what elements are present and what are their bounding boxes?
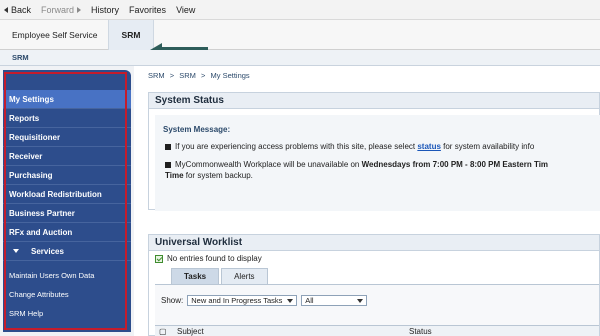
column-status[interactable]: Status xyxy=(409,327,432,336)
forward-button[interactable]: Forward xyxy=(41,4,82,15)
nav-item-receiver[interactable]: Receiver xyxy=(3,147,131,166)
favorites-menu[interactable]: Favorites xyxy=(129,5,166,15)
nav-item-rfx-and-auction[interactable]: RFx and Auction xyxy=(3,223,131,242)
left-navigation: My Settings Reports Requisitioner Receiv… xyxy=(0,66,134,336)
chevron-down-icon xyxy=(287,299,294,303)
breadcrumb-separator: > xyxy=(201,71,206,80)
worklist-table-header: ▢ Subject Status xyxy=(155,325,599,336)
breadcrumb-item[interactable]: SRM xyxy=(179,71,196,80)
universal-worklist-title: Universal Worklist xyxy=(149,235,599,251)
tab-srm[interactable]: SRM xyxy=(108,20,154,50)
view-menu[interactable]: View xyxy=(176,5,195,15)
secondary-tab-srm[interactable]: SRM xyxy=(12,53,29,62)
nav-item-reports[interactable]: Reports xyxy=(3,109,131,128)
message-emphasis: Wednesdays from 7:00 PM - 8:00 PM Easter… xyxy=(361,160,549,169)
breadcrumb-separator: > xyxy=(169,71,175,80)
main-content: SRM > SRM > My Settings System Status Sy… xyxy=(140,66,600,336)
forward-label: Forward xyxy=(41,4,75,15)
filter-select[interactable]: All xyxy=(301,295,368,306)
message-text: If you are experiencing access problems … xyxy=(175,142,418,151)
chevron-down-icon xyxy=(357,299,364,303)
system-message-2: MyCommonwealth Workplace will be unavail… xyxy=(165,159,600,181)
back-button[interactable]: Back xyxy=(4,5,31,15)
worklist-body: Show: New and In Progress Tasks All ▢ Su… xyxy=(155,284,599,336)
system-status-body: System Message: If you are experiencing … xyxy=(155,115,600,211)
nav-item-change-attributes[interactable]: Change Attributes xyxy=(3,285,131,304)
no-entries-text: No entries found to display xyxy=(167,254,262,263)
secondary-header: SRM xyxy=(0,50,600,66)
message-text: for system availability info xyxy=(440,142,535,151)
nav-item-business-partner[interactable]: Business Partner xyxy=(3,204,131,223)
system-message-1: If you are experiencing access problems … xyxy=(165,141,600,152)
status-link[interactable]: status xyxy=(417,142,441,151)
tab-employee-self-service[interactable]: Employee Self Service xyxy=(0,20,102,50)
back-arrow-icon xyxy=(4,6,8,13)
nav-group-services[interactable]: Services xyxy=(3,242,131,261)
column-subject[interactable]: Subject xyxy=(177,327,204,336)
top-level-tabs: Employee Self Service SRM xyxy=(0,20,600,57)
tab-tasks[interactable]: Tasks xyxy=(171,268,220,284)
show-tasks-select[interactable]: New and In Progress Tasks xyxy=(187,295,298,306)
nav-item-requisitioner[interactable]: Requisitioner xyxy=(3,128,131,147)
breadcrumb: SRM > SRM > My Settings xyxy=(148,71,253,80)
show-label: Show: xyxy=(161,296,184,305)
filter-value: All xyxy=(305,296,314,305)
show-filter-row: Show: New and In Progress Tasks All xyxy=(161,295,368,306)
message-emphasis: Time xyxy=(165,171,184,180)
back-label: Back xyxy=(11,4,32,15)
left-navigation-panel: My Settings Reports Requisitioner Receiv… xyxy=(3,70,131,332)
system-message-label: System Message: xyxy=(163,125,231,134)
history-menu[interactable]: History xyxy=(91,5,119,15)
table-settings-icon[interactable]: ▢ xyxy=(159,327,167,336)
nav-item-maintain-users-own-data[interactable]: Maintain Users Own Data xyxy=(3,266,131,285)
nav-item-purchasing[interactable]: Purchasing xyxy=(3,166,131,185)
bullet-icon xyxy=(165,161,171,168)
tab-alerts[interactable]: Alerts xyxy=(221,268,268,284)
breadcrumb-item[interactable]: SRM xyxy=(148,71,165,80)
message-text: for system backup. xyxy=(183,171,253,180)
check-icon xyxy=(155,254,163,263)
no-entries-row: No entries found to display xyxy=(155,254,262,263)
nav-item-my-settings[interactable]: My Settings xyxy=(3,90,131,109)
nav-item-workload-redistribution[interactable]: Workload Redistribution xyxy=(3,185,131,204)
browser-nav-bar: Back Forward History Favorites View xyxy=(0,0,600,20)
system-status-panel: System Status System Message: If you are… xyxy=(148,92,600,211)
forward-arrow-icon xyxy=(77,6,82,13)
bullet-icon xyxy=(165,143,171,150)
services-label: Services xyxy=(31,246,64,256)
breadcrumb-current: My Settings xyxy=(210,71,250,80)
system-status-title: System Status xyxy=(149,93,599,109)
worklist-tabs: Tasks Alerts xyxy=(171,268,270,284)
universal-worklist-panel: Universal Worklist No entries found to d… xyxy=(148,234,600,336)
chevron-down-icon xyxy=(13,249,19,253)
show-tasks-value: New and In Progress Tasks xyxy=(191,296,283,305)
nav-item-srm-help[interactable]: SRM Help xyxy=(3,304,131,323)
message-text: MyCommonwealth Workplace will be unavail… xyxy=(175,160,362,169)
